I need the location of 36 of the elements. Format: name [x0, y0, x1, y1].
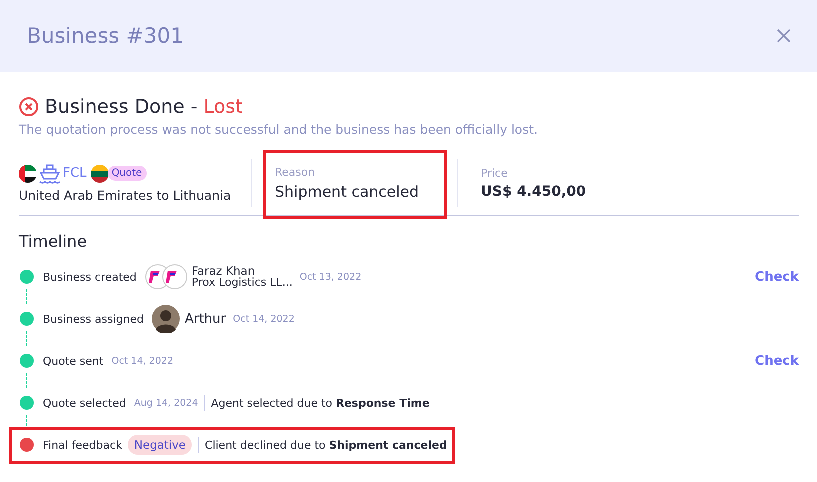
cancel-icon: [19, 97, 39, 117]
company-logo: [162, 264, 188, 290]
person-name: Faraz Khan: [192, 265, 256, 278]
event-date: Aug 14, 2024: [134, 398, 198, 408]
event-note: Agent selected due to Response Time: [211, 396, 430, 410]
flag-icon: [90, 164, 109, 182]
person-name: Arthur: [184, 312, 226, 326]
reason-value: Shipment canceled: [275, 182, 420, 200]
shipment-mode: FCL: [63, 166, 87, 181]
flag-icon: [19, 164, 37, 182]
close-button[interactable]: [775, 27, 793, 45]
route-text: United Arab Emirates to Lithuania: [19, 188, 232, 202]
event-label: Quote selected: [43, 396, 126, 410]
check-link[interactable]: Check: [755, 346, 799, 376]
status-heading: Business Done - Lost: [45, 96, 243, 118]
close-icon: [777, 29, 791, 43]
event-label: Business created: [43, 270, 137, 284]
quote-tag: Quote: [108, 166, 148, 181]
check-link[interactable]: Check: [755, 262, 799, 292]
price-label: Price: [481, 166, 509, 180]
price-value: US$ 4.450,00: [481, 184, 586, 200]
company-name: Prox Logistics LL...: [192, 277, 293, 289]
avatar: [152, 305, 180, 333]
window-title: Business #301: [27, 24, 184, 48]
reason-label: Reason: [275, 166, 316, 178]
event-note: Client declined due to Shipment canceled: [205, 438, 448, 452]
event-label: Final feedback: [43, 438, 122, 452]
event-label: Quote sent: [43, 354, 104, 368]
event-date: Oct 14, 2022: [112, 356, 174, 366]
status-description: The quotation process was not successful and the business has been officially lost.: [19, 122, 539, 137]
ship-icon: [39, 164, 61, 184]
event-date: Oct 13, 2022: [300, 272, 362, 282]
feedback-tag: Negative: [128, 435, 192, 455]
event-date: Oct 14, 2022: [233, 314, 295, 324]
section-heading: Timeline: [19, 232, 88, 253]
event-label: Business assigned: [43, 312, 144, 326]
